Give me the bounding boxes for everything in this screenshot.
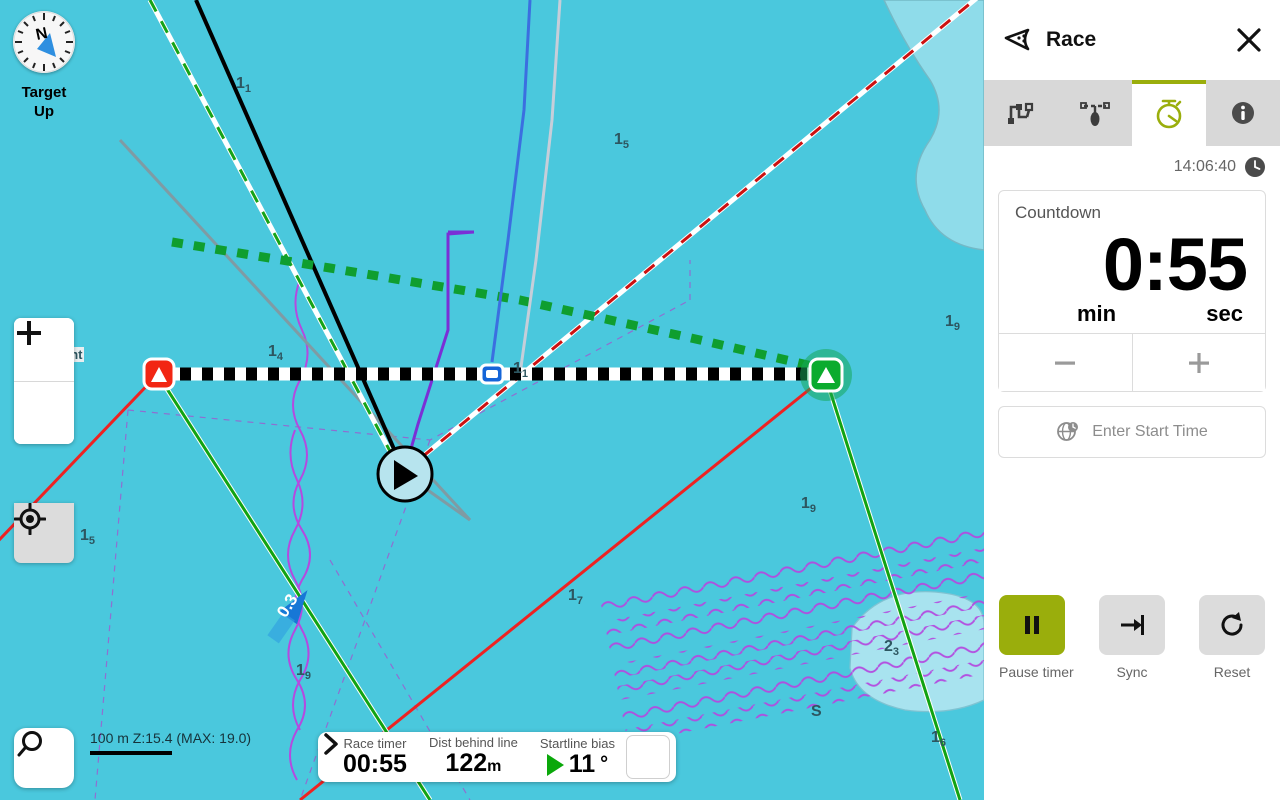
reset-icon xyxy=(1221,612,1243,636)
map-scale-bar: 100 m Z:15.4 (MAX: 19.0) xyxy=(90,730,251,755)
countdown-value: 0:55 xyxy=(1102,223,1248,306)
close-button[interactable] xyxy=(1232,23,1266,57)
countdown-label: Countdown xyxy=(1015,203,1102,222)
crosshair-location-icon xyxy=(14,503,46,535)
bias-direction-triangle-icon xyxy=(546,753,564,776)
dist-behind-line-unit: m xyxy=(487,757,502,775)
search-icon xyxy=(17,731,42,757)
timer-actions: Pause timer Sync Reset xyxy=(984,595,1280,800)
pause-timer-button[interactable] xyxy=(999,595,1065,655)
reset-button[interactable] xyxy=(1199,595,1265,655)
race-timer-value: 00:55 xyxy=(343,750,407,778)
stopwatch-icon xyxy=(1156,99,1182,129)
center-on-boat-button[interactable] xyxy=(14,503,74,563)
panel-spacer xyxy=(984,458,1280,595)
panel-title: Race xyxy=(1046,28,1097,51)
shallow-area-north xyxy=(883,0,984,251)
race-data-strip: Race timer 00:55 Dist behind line 122 m … xyxy=(318,732,676,782)
app-root: 0.3 11 15 14 11 19 15 19 17 19 23 16 S e… xyxy=(0,0,1280,800)
countdown-stepper xyxy=(999,333,1265,391)
countdown-card: Countdown 0:55 min sec xyxy=(998,190,1266,392)
track-history-green-dotted xyxy=(171,237,814,371)
race-course-icon xyxy=(1004,28,1030,51)
tab-timer[interactable] xyxy=(1132,80,1206,146)
startline-icon xyxy=(1080,102,1110,126)
countdown-increment-button[interactable] xyxy=(1132,334,1265,391)
compass-widget[interactable]: N Target Up xyxy=(13,11,75,121)
map-scale-text: 100 m Z:15.4 (MAX: 19.0) xyxy=(90,730,252,746)
data-cell-race-timer: Race timer 00:55 xyxy=(332,735,418,779)
startline-bias-label: Startline bias xyxy=(539,736,615,751)
chevron-right-icon xyxy=(324,733,338,755)
action-pause-timer[interactable]: Pause timer xyxy=(999,595,1074,680)
race-timer-label: Race timer xyxy=(343,736,407,751)
map-orientation-label: Target Up xyxy=(21,84,67,120)
close-icon xyxy=(1237,28,1261,52)
compass-rose-icon[interactable]: N xyxy=(13,11,75,73)
sync-label: Sync xyxy=(1116,664,1148,680)
pause-icon xyxy=(1025,616,1039,634)
tab-info[interactable] xyxy=(1206,80,1280,146)
race-tabs xyxy=(984,80,1280,146)
survey-boundary-lines xyxy=(94,260,691,800)
action-sync[interactable]: Sync xyxy=(1099,595,1165,680)
enter-start-time-button[interactable]: Enter Start Time xyxy=(998,406,1266,458)
countdown-unit-sec: sec xyxy=(1206,301,1243,326)
ais-vessel-inner xyxy=(486,370,498,378)
race-panel: Race 14:06:40 Countdown 0:55 min sec Ent… xyxy=(984,0,1280,800)
info-icon xyxy=(1232,102,1254,124)
enter-start-time-label: Enter Start Time xyxy=(1092,423,1208,440)
startline-bias-value: 11 xyxy=(568,750,596,778)
ais-track-blue xyxy=(490,0,532,363)
data-cell-dist-behind-line: Dist behind line 122 m xyxy=(418,735,529,779)
startline-bias-unit: ° xyxy=(600,753,609,775)
countdown-display: 0:55 min sec xyxy=(999,223,1265,333)
reset-label: Reset xyxy=(1213,664,1251,680)
minus-icon xyxy=(1055,361,1076,365)
data-cell-startline-bias: Startline bias 11 ° xyxy=(529,735,626,779)
sync-to-end-icon xyxy=(1121,615,1144,635)
clock-icon xyxy=(1245,157,1265,177)
sync-button[interactable] xyxy=(1099,595,1165,655)
countdown-unit-min: min xyxy=(1077,301,1117,326)
heading-line-black xyxy=(194,0,407,475)
countdown-decrement-button[interactable] xyxy=(999,334,1133,391)
current-time-row: 14:06:40 xyxy=(984,146,1280,186)
tab-startline[interactable] xyxy=(1058,80,1132,146)
search-button[interactable] xyxy=(14,728,74,788)
chart-vector-layer xyxy=(0,0,984,800)
tab-course[interactable] xyxy=(984,80,1058,146)
zoom-out-button[interactable] xyxy=(14,331,74,444)
map-scale-line xyxy=(90,751,172,755)
minus-icon xyxy=(17,331,41,335)
data-strip-next-button[interactable] xyxy=(324,733,670,779)
zoom-controls[interactable] xyxy=(14,318,74,444)
action-reset[interactable]: Reset xyxy=(1199,595,1265,680)
panel-header: Race xyxy=(984,0,1280,80)
dist-behind-line-label: Dist behind line xyxy=(428,734,518,750)
course-layout-icon xyxy=(1008,102,1034,124)
dist-behind-line-value: 122 xyxy=(445,748,488,777)
layline-red-casing xyxy=(402,0,979,474)
nautical-chart-map[interactable]: 0.3 11 15 14 11 19 15 19 17 19 23 16 S e… xyxy=(0,0,984,800)
pause-timer-label: Pause timer xyxy=(999,664,1074,680)
globe-clock-icon xyxy=(1057,422,1079,441)
current-time-text: 14:06:40 xyxy=(1173,158,1236,175)
plus-icon xyxy=(1188,352,1209,373)
